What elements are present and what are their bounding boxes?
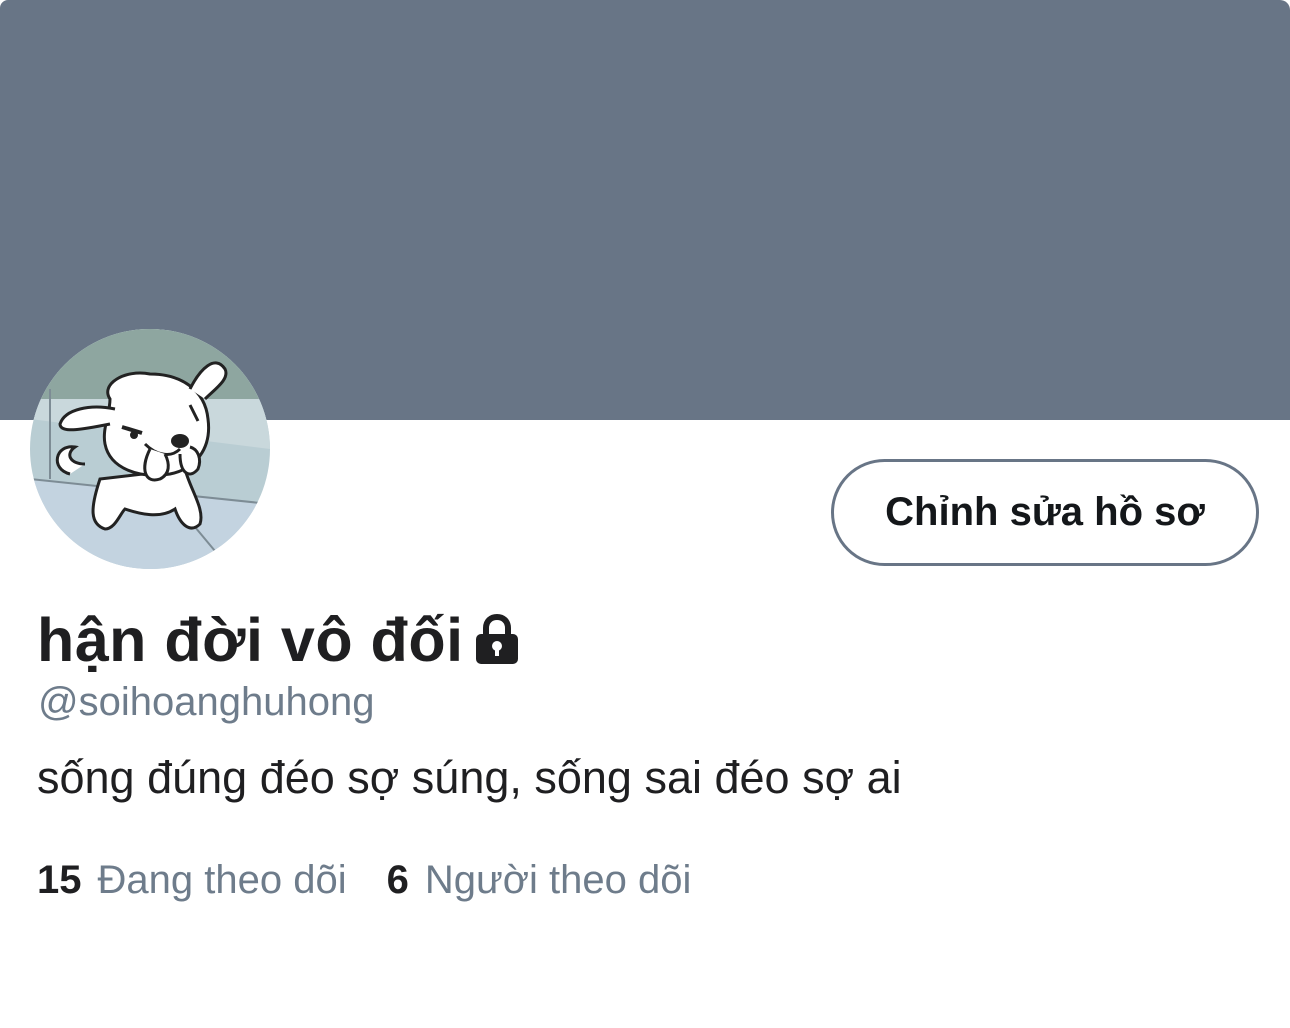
display-name-row: hận đời vô đối	[37, 600, 520, 680]
followers-count: 6	[386, 858, 409, 902]
lock-icon	[474, 613, 520, 666]
followers-label: Người theo dõi	[424, 858, 692, 902]
edit-profile-button[interactable]: Chỉnh sửa hồ sơ	[831, 459, 1259, 566]
profile-bio: sống đúng đéo sợ súng, sống sai đéo sợ a…	[37, 752, 902, 803]
avatar[interactable]	[30, 329, 270, 569]
display-name: hận đời vô đối	[37, 606, 464, 674]
cartoon-dog-avatar-icon	[30, 329, 270, 569]
following-count: 15	[37, 858, 82, 902]
profile-stats: 15 Đang theo dõi 6 Người theo dõi	[37, 858, 691, 903]
following-stat-link[interactable]: 15 Đang theo dõi	[37, 858, 347, 903]
followers-stat-link[interactable]: 6 Người theo dõi	[387, 858, 692, 903]
profile-page: Chỉnh sửa hồ sơ hận đời vô đối @soihoang…	[0, 0, 1290, 1028]
profile-handle: @soihoanghuhong	[38, 680, 375, 724]
following-label: Đang theo dõi	[97, 858, 347, 902]
